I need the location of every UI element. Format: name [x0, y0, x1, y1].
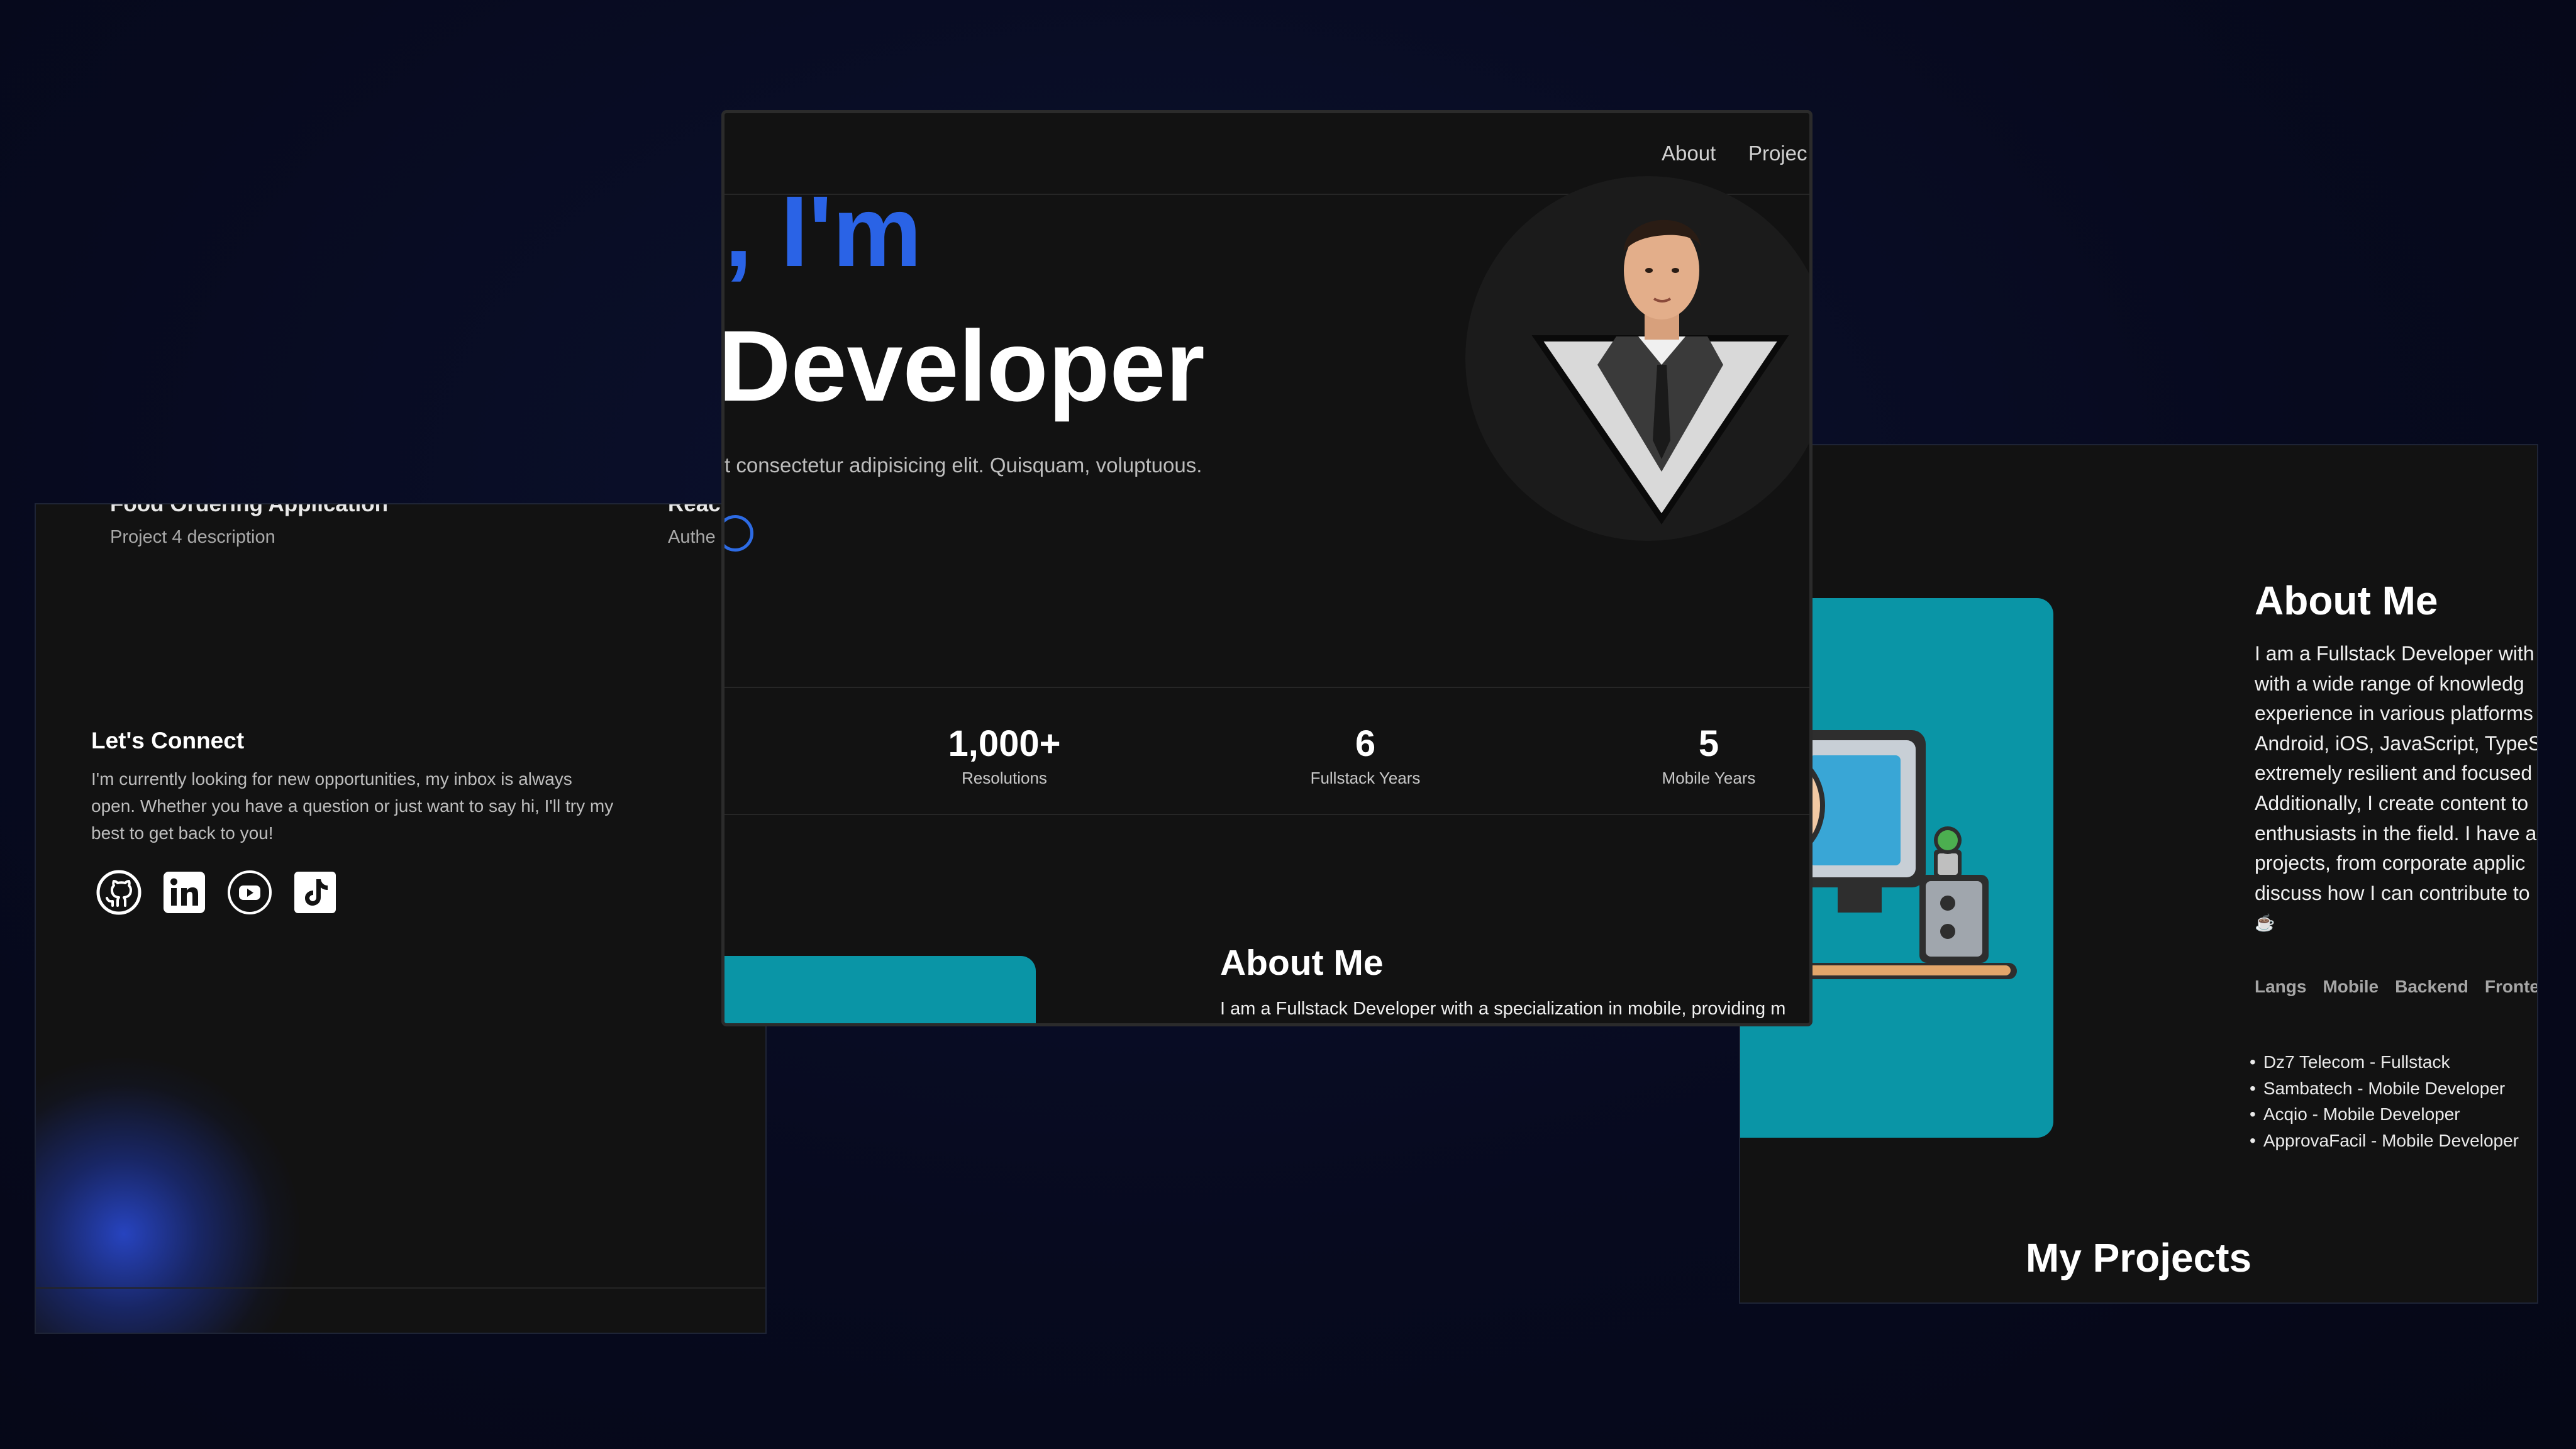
stat-fullstack-years: 6 Fullstack Years — [1311, 726, 1421, 788]
stat-mobile-years: 5 Mobile Years — [1662, 726, 1756, 788]
coffee-emoji: ☕ — [2255, 913, 2275, 933]
tab-backend[interactable]: Backend — [2395, 977, 2468, 997]
project-card-description: Project 4 description — [110, 527, 275, 547]
skills-tabs: Langs Mobile Backend Fronten — [2255, 977, 2537, 997]
tab-langs[interactable]: Langs — [2255, 977, 2306, 997]
nav-projects-link[interactable]: Projec — [1748, 142, 1807, 165]
projects-heading: My Projects — [2025, 1235, 2252, 1280]
list-item: Acqio - Mobile Developer — [2250, 1101, 2519, 1128]
about-line: projects, from corporate applic — [2255, 852, 2526, 875]
blue-glow-decoration — [36, 1058, 300, 1333]
about-line: extremely resilient and focused — [2255, 762, 2533, 785]
stat-label: Fullstack Years — [1310, 769, 1421, 787]
footer-divider — [36, 1287, 765, 1289]
stat-label: Resolutions — [962, 769, 1047, 787]
avatar — [1465, 176, 1809, 541]
tab-mobile[interactable]: Mobile — [2323, 977, 2379, 997]
portrait-illustration — [1531, 219, 1789, 525]
project-card-description-2: Authe — [668, 527, 716, 547]
about-illustration-card — [724, 956, 1036, 1023]
github-icon[interactable] — [96, 869, 142, 916]
about-heading: About Me — [2255, 578, 2438, 623]
about-line: I am a Fullstack Developer with — [2255, 642, 2534, 665]
about-paragraph: I am a Fullstack Developer with with a w… — [2255, 639, 2538, 938]
list-item: Sambatech - Mobile Developer — [2250, 1075, 2519, 1102]
stat-value: 5 — [1698, 723, 1719, 764]
hero-subtitle: t consectetur adipisicing elit. Quisquam… — [724, 453, 1202, 477]
connect-heading: Let's Connect — [91, 728, 245, 753]
connect-text: I'm currently looking for new opportunit… — [91, 769, 614, 843]
stat-value: 6 — [1355, 723, 1376, 764]
stat-resolutions: 1,000+ Resolutions — [948, 726, 1060, 788]
about-line: Additionally, I create content to — [2255, 791, 2529, 814]
contact-section-panel: Food Ordering Application Project 4 desc… — [35, 503, 767, 1334]
about-line: Android, iOS, JavaScript, TypeS — [2255, 731, 2538, 755]
tab-frontend[interactable]: Fronten — [2485, 977, 2537, 997]
stat-value: 1,000+ — [948, 723, 1061, 764]
hero-role-title: Developer — [721, 309, 1205, 422]
about-line: experience in various platforms — [2255, 702, 2533, 725]
hero-greeting: , I'm — [724, 175, 922, 287]
stats-bar: 1,000+ Resolutions 6 Fullstack Years 5 M… — [724, 687, 1809, 815]
youtube-icon[interactable] — [226, 869, 273, 916]
about-line: discuss how I can contribute to — [2255, 881, 2530, 904]
linkedin-icon[interactable] — [161, 869, 208, 916]
cta-ring-button[interactable] — [724, 515, 753, 552]
stat-label: Mobile Years — [1662, 769, 1756, 787]
project-card-title: Food Ordering Application — [110, 503, 389, 516]
about-paragraph: I am a Fullstack Developer with a specia… — [1220, 999, 1786, 1019]
experience-list: Dz7 Telecom - Fullstack Sambatech - Mobi… — [2250, 1049, 2519, 1153]
nav-about-link[interactable]: About — [1662, 142, 1716, 165]
project-card-title-2: React — [668, 503, 728, 516]
about-heading: About Me — [1220, 943, 1384, 983]
about-section-panel: About Me I am a Fullstack Developer with… — [1739, 444, 2538, 1304]
list-item: ApprovaFacil - Mobile Developer — [2250, 1128, 2519, 1154]
hero-browser-window: About Projec , I'm Developer t consectet… — [721, 110, 1813, 1026]
list-item: Dz7 Telecom - Fullstack — [2250, 1049, 2519, 1075]
social-links — [96, 869, 338, 916]
about-line: with a wide range of knowledg — [2255, 672, 2524, 695]
about-line: enthusiasts in the field. I have a — [2255, 821, 2537, 845]
tiktok-icon[interactable] — [292, 869, 338, 916]
